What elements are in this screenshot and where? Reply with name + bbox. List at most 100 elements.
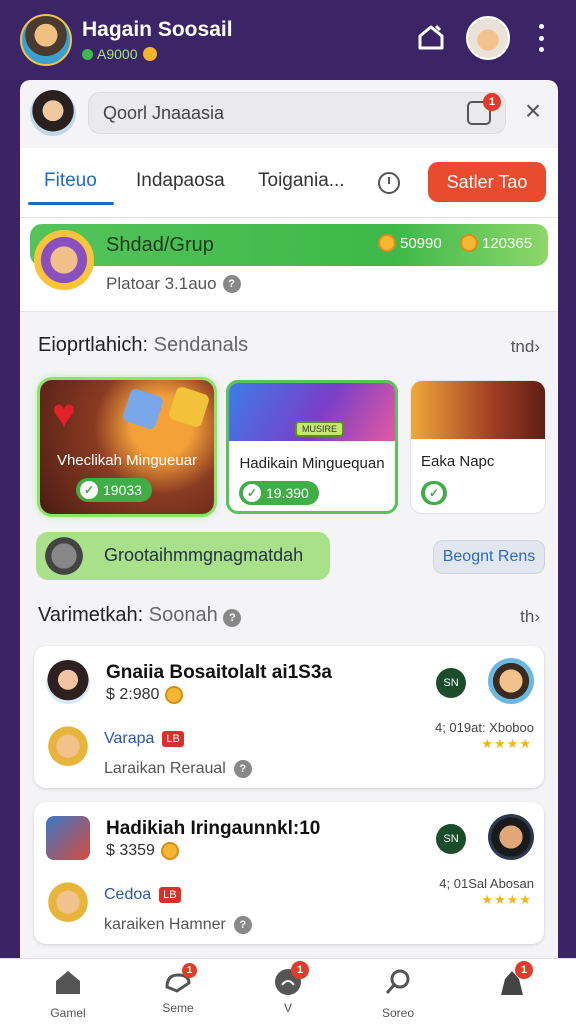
featured-heading-light: Sendanals — [153, 334, 249, 356]
info-icon[interactable]: ? — [223, 609, 242, 627]
app-bar: Hagain Soosail A9000 — [0, 0, 576, 80]
rating-stars: ★★★★ — [481, 892, 532, 907]
list-heading: Varimetkah: Soonah ? — [38, 604, 242, 627]
nav-item-search[interactable]: Soreo — [358, 967, 438, 1020]
nav-label-v: V — [283, 1001, 292, 1015]
coin-icon — [378, 234, 396, 252]
active-tab-indicator — [28, 202, 114, 205]
game-amount-2-value: 19.390 — [266, 485, 309, 501]
check-icon: ✓ — [243, 484, 261, 502]
main-panel: Qoorl Jnaaasia 1 × Fiteuo Indapaosa Toig… — [20, 80, 558, 960]
list-item-title: Gnaiia Bosaitolalt ai1S3a — [106, 662, 332, 683]
game-amount-1-value: 19033 — [103, 482, 142, 498]
list-heading-text: Varimetkah: — [38, 604, 144, 626]
chevron-right-icon: › — [534, 607, 540, 626]
nav-item-seme[interactable]: 1 Seme — [138, 963, 218, 1015]
tab-1[interactable]: Indapaosa — [136, 170, 225, 192]
check-icon: ✓ — [425, 484, 443, 502]
start-button[interactable]: Satler Tao — [428, 162, 546, 202]
more-menu-icon[interactable] — [534, 24, 548, 52]
sn-badge: SN — [436, 824, 466, 854]
featured-heading-text: Eioprtlahich: — [38, 334, 149, 356]
featured-more-link[interactable]: tnd› — [511, 337, 540, 357]
list-item-amount: $ 2:980 — [106, 686, 184, 704]
info-icon[interactable]: ? — [233, 760, 252, 778]
list-item-score: 4; 01Sal Abosan — [439, 876, 534, 891]
game-card-3[interactable]: Eaka Napc ✓ — [410, 380, 546, 514]
nav-badge-v: 1 — [291, 961, 309, 979]
profile-icon: 1 — [497, 961, 533, 997]
list-item-player-name: Cedoa — [104, 886, 152, 903]
nav-label-seme: Seme — [162, 1001, 194, 1015]
nav-item-profile[interactable]: 1 — [472, 961, 552, 997]
player-avatar — [46, 660, 90, 704]
home-icon — [56, 971, 80, 994]
game-amount-2: ✓ 19.390 — [239, 481, 319, 505]
list-more-link[interactable]: th› — [520, 607, 540, 627]
featured-more-text: tnd — [510, 337, 535, 356]
game-card-1[interactable]: ♥ Vheclikah Mingueuar ✓ 19033 — [40, 380, 214, 514]
profile-avatar[interactable] — [466, 16, 510, 60]
list-more-text: th — [520, 607, 535, 626]
list-item-player: Cedoa LB — [104, 886, 181, 904]
close-icon[interactable]: × — [518, 96, 548, 126]
chat-icon: 1 — [163, 963, 197, 997]
nav-badge-profile: 1 — [515, 961, 533, 979]
group-bar: Shdad/Grup 50990 120365 — [30, 224, 548, 290]
list-item-amount: $ 3359 — [106, 842, 179, 860]
list-item-footer: Laraikan Reraual ? — [104, 760, 252, 778]
featured-heading: Eioprtlahich: Sendanals — [38, 334, 248, 357]
nav-item-games[interactable]: Gamel — [28, 967, 108, 1020]
nav-label-games: Gamel — [50, 1006, 86, 1020]
opponent-avatar[interactable] — [488, 658, 534, 704]
coin-icon — [165, 686, 184, 704]
bell-icon: 1 — [273, 961, 309, 997]
user-avatar[interactable] — [20, 14, 72, 66]
promo-banner[interactable]: Grootaihmmgnagmatdah — [36, 532, 330, 580]
player-avatar-2 — [46, 722, 90, 766]
game-title-3: Eaka Napc — [421, 453, 495, 470]
clock-icon[interactable] — [378, 172, 400, 194]
coin-icon — [460, 234, 478, 252]
opponent-avatar[interactable] — [488, 814, 534, 860]
game-card-2[interactable]: MUSIRE Hadikain Minguequan ✓ 19.390 — [226, 380, 398, 514]
tab-2[interactable]: Toigania... — [258, 170, 345, 192]
banner-button[interactable]: Beognt Rens — [433, 540, 545, 574]
info-icon[interactable]: ? — [233, 916, 252, 934]
nav-item-v[interactable]: 1 V — [248, 961, 328, 1015]
notification-badge: 1 — [483, 93, 501, 111]
balance: A9000 — [82, 46, 158, 62]
group-coins-a: 50990 — [378, 234, 442, 252]
tab-0[interactable]: Fiteuo — [44, 170, 97, 192]
home-icon[interactable] — [416, 22, 446, 52]
cube-icon — [121, 387, 165, 431]
player-avatar-2 — [46, 878, 90, 922]
game-title-1: Vheclikah Mingueuar — [56, 452, 198, 469]
search-input-value: Qoorl Jnaaasia — [103, 103, 225, 123]
group-avatar — [34, 230, 94, 290]
list-heading-light: Soonah — [148, 604, 218, 626]
list-item[interactable]: Gnaiia Bosaitolalt ai1S3a $ 2:980 Varapa… — [34, 646, 544, 788]
search-input[interactable]: Qoorl Jnaaasia 1 — [88, 92, 506, 134]
gear-icon — [42, 534, 86, 578]
heart-icon: ♥ — [52, 392, 76, 436]
banner-text: Grootaihmmgnagmatdah — [104, 545, 304, 565]
game-tag-2: MUSIRE — [295, 421, 345, 437]
search-avatar[interactable] — [30, 90, 76, 136]
list-item[interactable]: Hadikiah Iringaunnkl:10 $ 3359 Cedoa LB … — [34, 802, 544, 944]
game-amount-1: ✓ 19033 — [76, 478, 152, 502]
group-coins-a-value: 50990 — [400, 234, 442, 252]
group-subtitle: Platoar 3.1auo ? — [106, 274, 241, 294]
group-title: Shdad/Grup — [106, 234, 214, 256]
group-coins-b-value: 120365 — [482, 234, 533, 252]
list-item-amount-value: $ 2:980 — [106, 686, 160, 703]
info-icon[interactable]: ? — [222, 275, 241, 293]
chevron-right-icon: › — [534, 337, 540, 356]
game-title-2: Hadikain Minguequan — [239, 455, 385, 472]
tab-bar: Fiteuo Indapaosa Toigania... Satler Tao — [20, 148, 558, 218]
username: Hagain Soosail — [82, 18, 233, 41]
group-card[interactable]: Shdad/Grup 50990 120365 Platoar 3.1auo ? — [20, 218, 558, 312]
list-item-score: 4; 019at: Xboboo — [434, 720, 534, 735]
game-art-3 — [411, 381, 545, 439]
gem-icon — [167, 385, 211, 429]
